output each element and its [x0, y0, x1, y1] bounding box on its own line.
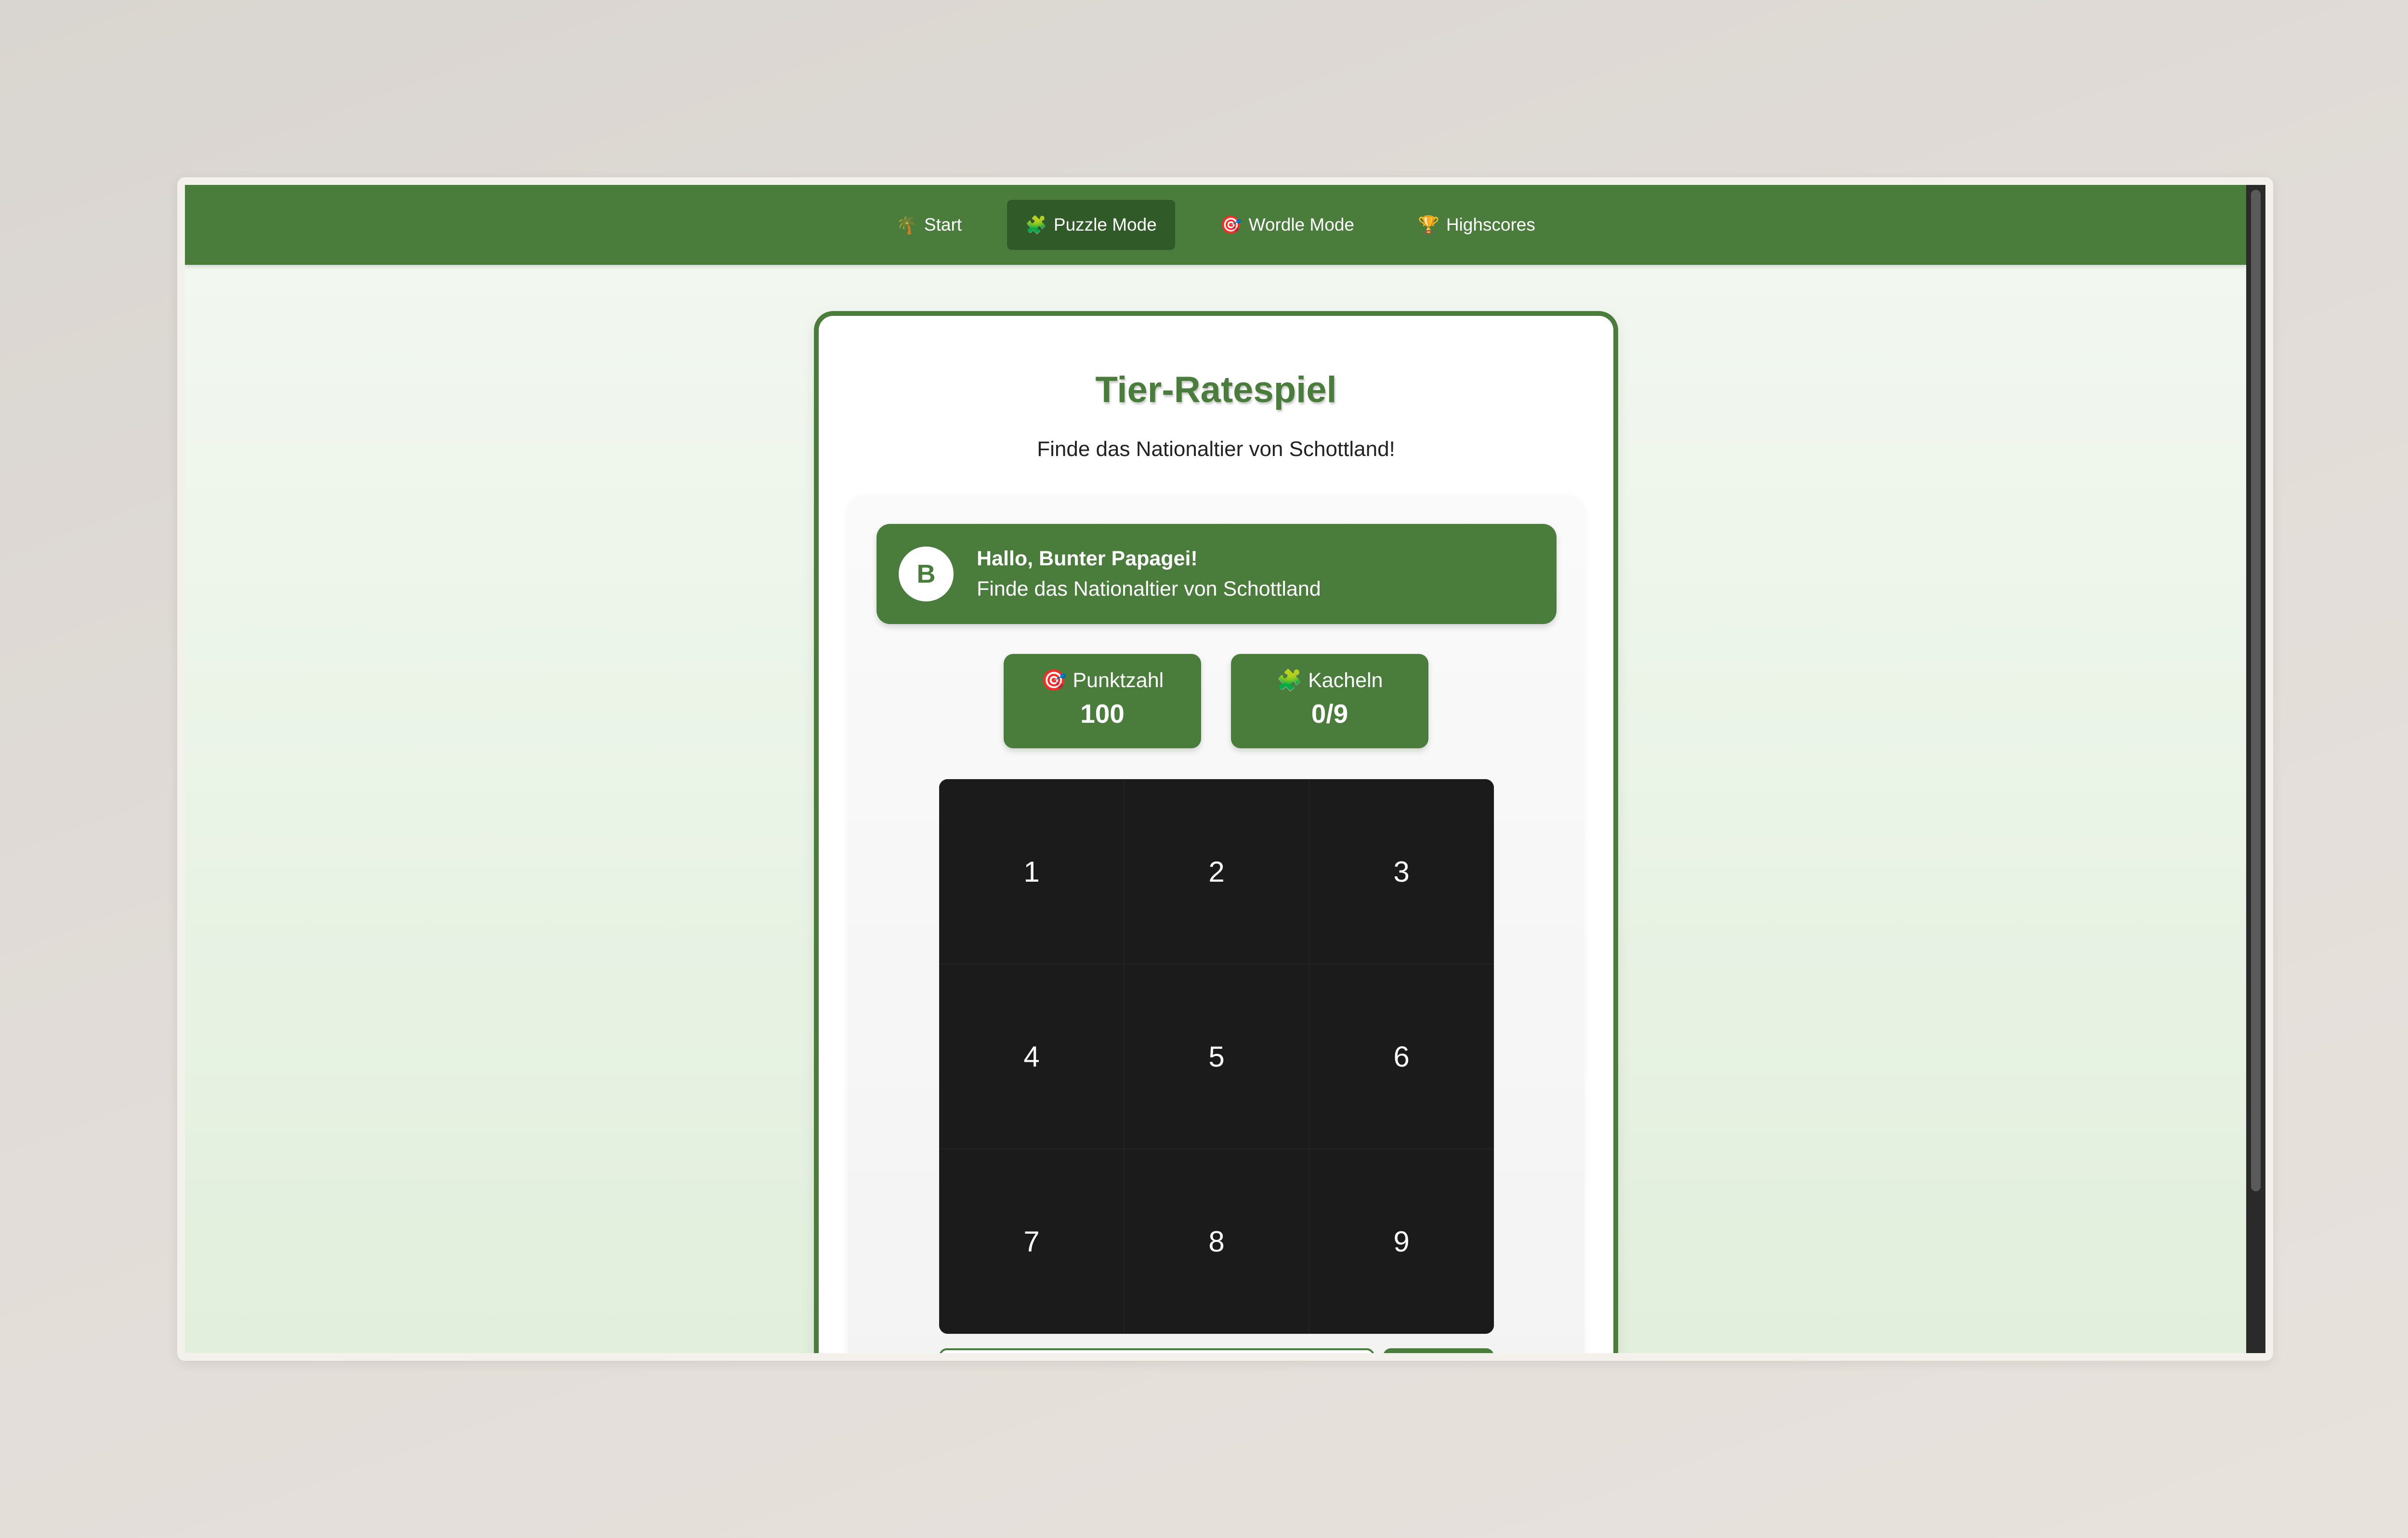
target-icon: 🎯	[1220, 215, 1242, 235]
tiles-label: Kacheln	[1308, 668, 1383, 692]
nav-start-label: Start	[924, 215, 962, 235]
nav-wordle-mode-label: Wordle Mode	[1248, 215, 1354, 235]
scrollbar-thumb[interactable]	[2251, 190, 2261, 1191]
guess-input[interactable]	[939, 1348, 1374, 1353]
puzzle-grid: 1 2 3 4 5 6 7 8 9	[939, 779, 1494, 1334]
nav-puzzle-mode-button[interactable]: 🧩 Puzzle Mode	[1007, 200, 1175, 250]
browser-window: 🌴 Start 🧩 Puzzle Mode 🎯 Wordle Mode 🏆 Hi…	[177, 177, 2273, 1361]
score-value: 100	[1080, 699, 1125, 729]
target-icon: 🎯	[1041, 669, 1067, 692]
puzzle-tile-1[interactable]: 1	[939, 779, 1124, 964]
tiles-value: 0/9	[1311, 699, 1348, 729]
trophy-icon: 🏆	[1417, 215, 1440, 235]
puzzle-tile-5[interactable]: 5	[1124, 964, 1309, 1149]
nav-puzzle-mode-label: Puzzle Mode	[1053, 215, 1157, 235]
nav-highscores-label: Highscores	[1446, 215, 1535, 235]
puzzle-tile-3[interactable]: 3	[1309, 779, 1494, 964]
puzzle-tile-9[interactable]: 9	[1309, 1149, 1494, 1334]
game-panel: B Hallo, Bunter Papagei! Finde das Natio…	[848, 495, 1584, 1353]
tiles-stat: 🧩 Kacheln 0/9	[1231, 654, 1428, 748]
palm-tree-icon: 🌴	[896, 215, 917, 235]
puzzle-piece-icon: 🧩	[1025, 215, 1047, 235]
nav-start-button[interactable]: 🌴 Start	[877, 200, 980, 250]
top-navigation: 🌴 Start 🧩 Puzzle Mode 🎯 Wordle Mode 🏆 Hi…	[185, 185, 2246, 265]
puzzle-piece-icon: 🧩	[1276, 669, 1303, 692]
page-subtitle: Finde das Nationaltier von Schottland!	[1037, 437, 1395, 461]
puzzle-tile-4[interactable]: 4	[939, 964, 1124, 1149]
guess-submit-button[interactable]	[1383, 1348, 1494, 1353]
tiles-label-row: 🧩 Kacheln	[1231, 668, 1428, 692]
guess-row	[939, 1348, 1494, 1353]
player-greeting-banner: B Hallo, Bunter Papagei! Finde das Natio…	[877, 524, 1557, 624]
puzzle-tile-8[interactable]: 8	[1124, 1149, 1309, 1334]
avatar: B	[899, 547, 954, 601]
stats-row: 🎯 Punktzahl 100 🧩 Kacheln 0/9	[848, 654, 1584, 748]
page-title: Tier-Ratespiel	[1095, 369, 1337, 410]
greeting-text: Hallo, Bunter Papagei! Finde das Nationa…	[977, 547, 1321, 601]
puzzle-tile-7[interactable]: 7	[939, 1149, 1124, 1334]
game-card: Tier-Ratespiel Finde das Nationaltier vo…	[814, 311, 1618, 1353]
score-label: Punktzahl	[1073, 668, 1164, 692]
greeting-title: Hallo, Bunter Papagei!	[977, 547, 1198, 570]
puzzle-tile-6[interactable]: 6	[1309, 964, 1494, 1149]
nav-wordle-mode-button[interactable]: 🎯 Wordle Mode	[1202, 200, 1373, 250]
page-viewport: 🌴 Start 🧩 Puzzle Mode 🎯 Wordle Mode 🏆 Hi…	[185, 185, 2265, 1353]
nav-highscores-button[interactable]: 🏆 Highscores	[1400, 200, 1554, 250]
puzzle-tile-2[interactable]: 2	[1124, 779, 1309, 964]
vertical-scrollbar[interactable]	[2246, 185, 2265, 1353]
score-stat: 🎯 Punktzahl 100	[1004, 654, 1201, 748]
greeting-task: Finde das Nationaltier von Schottland	[977, 577, 1321, 600]
score-label-row: 🎯 Punktzahl	[1004, 668, 1201, 692]
